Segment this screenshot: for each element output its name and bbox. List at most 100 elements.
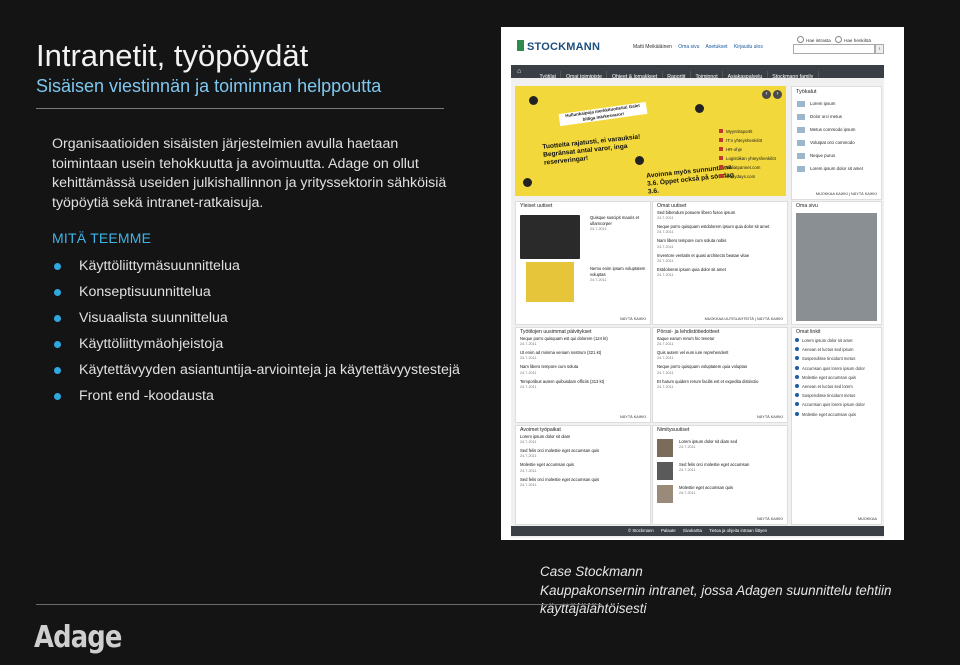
radio-intra[interactable] bbox=[797, 36, 804, 43]
footer-divider bbox=[36, 604, 602, 605]
own-links-panel: Omat linkit Lorem ipsum dolor sit amet A… bbox=[791, 327, 882, 525]
footer-link[interactable]: Palaute bbox=[661, 528, 676, 533]
caption-line: Kauppakonsernin intranet, jossa Adagen s… bbox=[540, 582, 892, 598]
search-input[interactable] bbox=[793, 44, 875, 54]
news-item[interactable]: Nemo enim ipsam voluptatem voluptas bbox=[586, 266, 648, 278]
panel-title: Pörssi- ja lehdistötiedotteet bbox=[657, 329, 720, 335]
bullet-icon bbox=[54, 289, 61, 296]
tool-icon bbox=[797, 153, 805, 159]
intranet-screenshot: STOCKMANN Matti Meikäläinen Oma sivu Ase… bbox=[501, 27, 904, 540]
service-item: Front end -koodausta bbox=[52, 383, 460, 409]
person-photo bbox=[657, 462, 673, 480]
home-icon[interactable]: ⌂ bbox=[517, 68, 525, 75]
show-all-link[interactable]: NÄYTÄ KAIKKI bbox=[757, 517, 783, 521]
own-link[interactable]: Accumsan quis lorem ipsum dolor bbox=[792, 400, 881, 409]
edit-link[interactable]: MUOKKAA bbox=[858, 517, 877, 521]
case-caption: Case Stockmann Kauppakonsernin intranet,… bbox=[540, 563, 892, 619]
tools-title: Työkalut bbox=[796, 89, 817, 95]
tool-item[interactable]: Dolor orci metus bbox=[792, 110, 881, 123]
tools-footer-links[interactable]: MUOKKAA KAIKKI | NÄYTÄ KAIKKI bbox=[816, 192, 877, 196]
person-photo bbox=[657, 439, 673, 457]
bullet-icon bbox=[54, 315, 61, 322]
quick-link[interactable]: Isoliatpannet.com bbox=[719, 163, 781, 172]
tool-item[interactable]: Lorem ipsum dolor sit amet bbox=[792, 162, 881, 175]
service-label: Käyttöliittymäsuunnittelua bbox=[79, 258, 240, 274]
show-all-link[interactable]: NÄYTÄ KAIKKI bbox=[620, 317, 646, 321]
show-all-link[interactable]: NÄYTÄ KAIKKI bbox=[620, 415, 646, 419]
quick-link[interactable]: IT:n yhteyshenkilöt bbox=[719, 136, 781, 145]
appointment-date: 24.7.2011 bbox=[679, 491, 696, 496]
panel-title: Omat uutiset bbox=[657, 203, 687, 209]
appointment-date: 24.7.2011 bbox=[679, 445, 696, 450]
footer-link[interactable]: Sivukartta bbox=[683, 528, 702, 533]
tool-item[interactable]: Neque purus bbox=[792, 149, 881, 162]
news-item[interactable]: Quisque suscipit mauris et ullamcorper bbox=[586, 215, 648, 227]
news-date: 24.7.2011 bbox=[657, 230, 674, 235]
own-link[interactable]: Molestie eget accumsan quis bbox=[792, 373, 881, 382]
news-date: 24.7.2011 bbox=[657, 258, 674, 263]
services-list: Käyttöliittymäsuunnittelua Konseptisuunn… bbox=[52, 253, 460, 409]
quick-link[interactable]: HR-ohje bbox=[719, 145, 781, 154]
show-all-link[interactable]: MUOKKAA UUTISLÄHTEITÄ | NÄYTÄ KAIKKI bbox=[705, 317, 783, 321]
tool-icon bbox=[797, 166, 805, 172]
own-link[interactable]: Accumsan quis lorem ipsum dolor bbox=[792, 364, 881, 373]
own-link[interactable]: Suspendisse tincidunt metus bbox=[792, 391, 881, 400]
tool-item[interactable]: Lorem ipsum bbox=[792, 97, 881, 110]
own-link[interactable]: Aenean et luctus sed lorem bbox=[792, 382, 881, 391]
update-date: 24.7.2011 bbox=[520, 384, 537, 389]
news-date: 24.7.2011 bbox=[590, 227, 607, 232]
banner-prev-icon[interactable]: ‹ bbox=[762, 90, 771, 99]
banner-decoration bbox=[529, 96, 538, 105]
user-name: Matti Meikäläinen bbox=[633, 44, 672, 50]
radio-person[interactable] bbox=[835, 36, 843, 43]
service-item: Käyttöliittymäohjeistoja bbox=[52, 331, 460, 357]
link-settings[interactable]: Asetukset bbox=[706, 44, 728, 50]
tool-icon bbox=[797, 114, 805, 120]
quick-link[interactable]: crazydays.com bbox=[719, 172, 781, 181]
update-date: 24.7.2011 bbox=[520, 356, 537, 361]
stockmann-logo: STOCKMANN bbox=[517, 40, 600, 53]
stockmann-mark-icon bbox=[517, 40, 524, 51]
own-link[interactable]: Molestie eget accumsan quis bbox=[792, 410, 881, 419]
intranet-header: STOCKMANN Matti Meikäläinen Oma sivu Ase… bbox=[501, 27, 904, 63]
banner-next-icon[interactable]: › bbox=[773, 90, 782, 99]
update-date: 24.7.2011 bbox=[520, 370, 537, 375]
slide-title: Intranetit, työpöydät bbox=[36, 38, 309, 73]
search-button[interactable]: › bbox=[875, 44, 884, 54]
person-photo bbox=[657, 485, 673, 503]
tool-item[interactable]: Metus commodo ipsum bbox=[792, 123, 881, 136]
quick-link[interactable]: Myyntiraportit bbox=[719, 127, 781, 136]
own-link[interactable]: Lorem ipsum dolor sit amet bbox=[792, 336, 881, 345]
radio-intra-label: Hae intrasta bbox=[806, 38, 831, 43]
update-date: 24.7.2011 bbox=[520, 342, 537, 347]
panel-title: Avoimet työpaikat bbox=[520, 427, 561, 433]
intro-paragraph: Organisaatioiden sisäisten järjestelmien… bbox=[52, 136, 447, 211]
tool-item[interactable]: Volutpat orci commodo bbox=[792, 136, 881, 149]
service-item: Visuaalista suunnittelua bbox=[52, 305, 460, 331]
service-label: Käyttöliittymäohjeistoja bbox=[79, 336, 224, 352]
panel-title: Oma sivu bbox=[796, 203, 818, 209]
panel-title: Omat linkit bbox=[796, 329, 821, 335]
panel-title: Yleiset uutiset bbox=[520, 203, 553, 209]
footer-link[interactable]: Tietoa ja ohjeita intraan liittyen bbox=[709, 528, 767, 533]
bullet-icon bbox=[54, 263, 61, 270]
show-all-link[interactable]: NÄYTÄ KAIKKI bbox=[757, 415, 783, 419]
release-date: 24.7.2011 bbox=[657, 356, 674, 361]
bullet-icon bbox=[54, 393, 61, 400]
own-link[interactable]: Suspendisse tincidunt metus bbox=[792, 354, 881, 363]
service-label: Front end -koodausta bbox=[79, 388, 214, 404]
link-logout[interactable]: Kirjaudu ulos bbox=[734, 44, 763, 50]
own-page-panel: Oma sivu bbox=[791, 201, 882, 325]
own-link[interactable]: Aenean et luctus sed ipsum bbox=[792, 345, 881, 354]
search-scope: Hae intrasta Hae henkilöä bbox=[794, 36, 871, 43]
link-own-page[interactable]: Oma sivu bbox=[678, 44, 699, 50]
release-date: 24.7.2011 bbox=[657, 370, 674, 375]
adage-logo: Adage bbox=[34, 620, 122, 655]
news-image bbox=[526, 262, 574, 302]
stock-news-panel: Pörssi- ja lehdistötiedotteet Itaque ear… bbox=[652, 327, 788, 423]
tool-label: Neque purus bbox=[810, 153, 836, 158]
own-news-panel: Omat uutiset Sed bibendum posuere libero… bbox=[652, 201, 788, 325]
tool-label: Metus commodo ipsum bbox=[810, 127, 856, 132]
quick-link[interactable]: Logistiikan yhteyshenkilöt bbox=[719, 154, 781, 163]
banner-decoration bbox=[635, 156, 644, 165]
